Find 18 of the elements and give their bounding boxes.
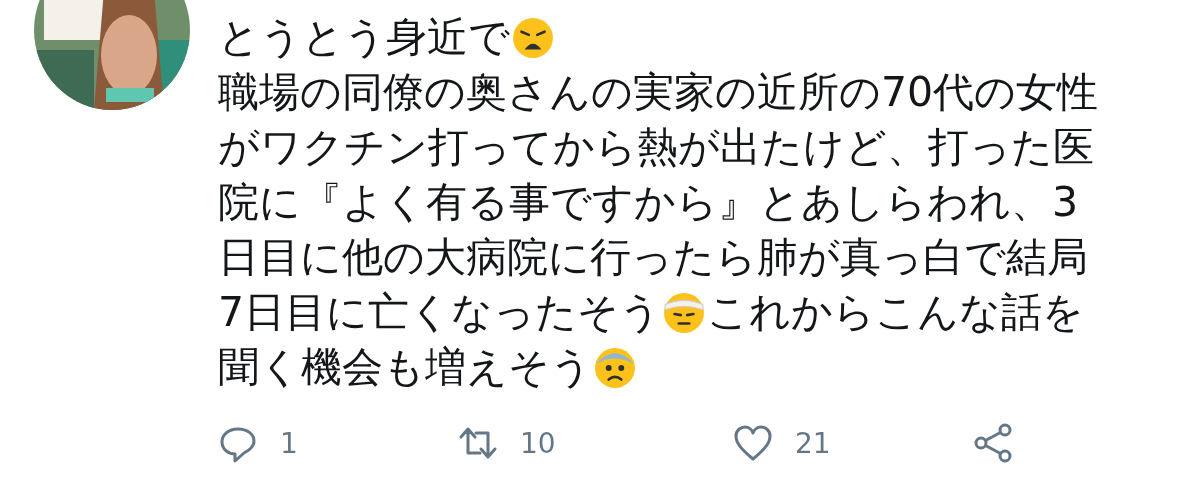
reply-count: 1 [280, 426, 298, 460]
weary-face-icon [512, 16, 554, 59]
bandaged-face-icon [663, 291, 706, 334]
tweet-text: がワクチン打ってから熱が出たけど、打った医 [218, 122, 1094, 173]
like-button[interactable] [733, 423, 773, 463]
share-icon [973, 423, 1013, 463]
anxious-face-icon [594, 346, 636, 389]
tweet-text: 7日目に亡くなったそう [218, 287, 662, 338]
retweet-count: 10 [520, 426, 556, 460]
heart-icon [733, 423, 773, 463]
tweet-text: これからこんな話を [707, 287, 1085, 338]
share-button[interactable] [973, 423, 1013, 463]
tweet-text: とうとう身近で [218, 12, 510, 63]
like-count: 21 [795, 426, 831, 460]
tweet-text: 院に『よく有る事ですから』とあしらわれ、3 [218, 177, 1079, 228]
tweet-text: 日目に他の大病院に行ったら肺が真っ白で結局 [218, 232, 1088, 283]
tweet-text: 聞く機会も増えそう [218, 342, 592, 393]
tweet-text: 職場の同僚の奥さんの実家の近所の70代の女性 [218, 67, 1099, 118]
